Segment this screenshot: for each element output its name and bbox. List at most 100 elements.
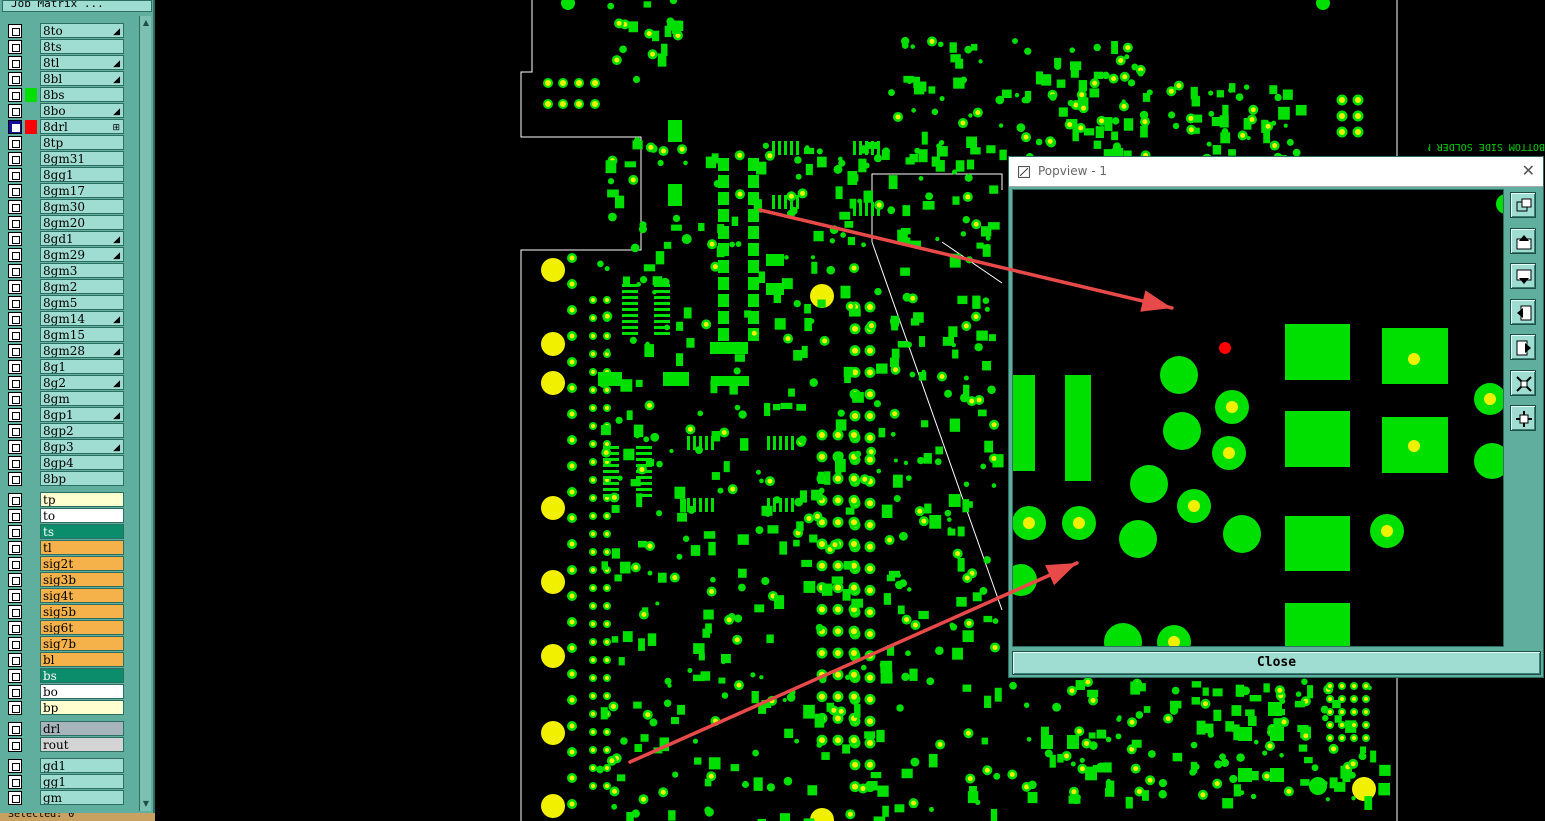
layer-row-8bp[interactable]: 8bp [6, 471, 125, 487]
popview-window[interactable]: Popview - 1 ✕ Close [1008, 156, 1544, 678]
layer-row-rout[interactable]: rout [6, 737, 125, 753]
layer-row-ts[interactable]: ts [6, 524, 125, 540]
layer-color-swatch[interactable] [25, 509, 37, 523]
layer-row-8gp3[interactable]: 8gp3 ◢ [6, 439, 125, 455]
layer-color-swatch[interactable] [25, 200, 37, 214]
layer-name[interactable]: 8gm28 ◢ [40, 343, 124, 358]
layer-name[interactable]: sig4t [40, 588, 124, 603]
layer-checkbox[interactable] [8, 328, 22, 342]
layer-checkbox[interactable] [8, 376, 22, 390]
layer-row-8gm3[interactable]: 8gm3 [6, 263, 125, 279]
layer-checkbox[interactable] [8, 312, 22, 326]
layer-checkbox[interactable] [8, 669, 22, 683]
layer-row-sig2t[interactable]: sig2t [6, 556, 125, 572]
layer-color-swatch[interactable] [25, 701, 37, 715]
layer-name[interactable]: bo [40, 684, 124, 699]
layer-row-8gm29[interactable]: 8gm29 ◢ [6, 247, 125, 263]
layer-row-8gm20[interactable]: 8gm20 [6, 215, 125, 231]
layer-checkbox[interactable] [8, 408, 22, 422]
zoom-out-button[interactable] [1510, 369, 1536, 396]
layer-name[interactable]: 8gm3 [40, 263, 124, 278]
layer-color-swatch[interactable] [25, 637, 37, 651]
layer-checkbox[interactable] [8, 525, 22, 539]
layer-color-swatch[interactable] [25, 525, 37, 539]
layer-row-sig6t[interactable]: sig6t [6, 620, 125, 636]
layer-row-8gp4[interactable]: 8gp4 [6, 455, 125, 471]
layer-checkbox[interactable] [8, 557, 22, 571]
layer-name[interactable]: 8gm15 [40, 327, 124, 342]
layer-row-8gp1[interactable]: 8gp1 ◢ [6, 407, 125, 423]
layer-color-swatch[interactable] [25, 557, 37, 571]
layer-checkbox[interactable] [8, 40, 22, 54]
layer-color-swatch[interactable] [25, 56, 37, 70]
layer-checkbox[interactable] [8, 56, 22, 70]
layer-name[interactable]: 8gm5 [40, 295, 124, 310]
layer-name[interactable]: 8gm2 [40, 279, 124, 294]
layer-color-swatch[interactable] [25, 722, 37, 736]
layer-color-swatch[interactable] [25, 573, 37, 587]
layer-name[interactable]: 8drl ⊞ [40, 119, 124, 134]
layer-checkbox[interactable] [8, 573, 22, 587]
layer-name[interactable]: 8gm14 ◢ [40, 311, 124, 326]
layer-name[interactable]: 8g2 ◢ [40, 375, 124, 390]
layer-color-swatch[interactable] [25, 424, 37, 438]
layer-name[interactable]: to [40, 508, 124, 523]
scroll-up-icon[interactable]: ▲ [141, 18, 151, 28]
layer-checkbox[interactable] [8, 424, 22, 438]
layer-checkbox[interactable] [8, 637, 22, 651]
layer-checkbox[interactable] [8, 264, 22, 278]
layer-row-bp[interactable]: bp [6, 700, 125, 716]
layer-name[interactable]: 8ts [40, 39, 124, 54]
layer-checkbox[interactable] [8, 621, 22, 635]
layer-color-swatch[interactable] [25, 759, 37, 773]
layer-name[interactable]: 8gg1 [40, 167, 124, 182]
layer-row-8gm14[interactable]: 8gm14 ◢ [6, 311, 125, 327]
layer-name[interactable]: sig3b [40, 572, 124, 587]
layer-checkbox[interactable] [8, 296, 22, 310]
layer-row-gd1[interactable]: gd1 [6, 758, 125, 774]
layer-row-8drl[interactable]: 8drl ⊞ [6, 119, 125, 135]
layer-name[interactable]: 8gp3 ◢ [40, 439, 124, 454]
layer-checkbox[interactable] [8, 248, 22, 262]
popview-zoom-view[interactable] [1012, 189, 1504, 647]
layer-color-swatch[interactable] [25, 88, 37, 102]
layer-color-swatch[interactable] [25, 264, 37, 278]
layer-name[interactable]: 8gd1 ◢ [40, 231, 124, 246]
layer-name[interactable]: gm [40, 790, 124, 805]
layer-name[interactable]: 8bp [40, 471, 124, 486]
layer-row-8gg1[interactable]: 8gg1 [6, 167, 125, 183]
layer-checkbox[interactable] [8, 440, 22, 454]
layer-name[interactable]: 8gm29 ◢ [40, 247, 124, 262]
layer-checkbox[interactable] [8, 653, 22, 667]
layer-color-swatch[interactable] [25, 440, 37, 454]
layer-row-sig5b[interactable]: sig5b [6, 604, 125, 620]
layer-name[interactable]: 8gp4 [40, 455, 124, 470]
layer-row-bo[interactable]: bo [6, 684, 125, 700]
layer-name[interactable]: sig2t [40, 556, 124, 571]
layer-name[interactable]: sig6t [40, 620, 124, 635]
layer-row-8tp[interactable]: 8tp [6, 135, 125, 151]
layer-row-8gm[interactable]: 8gm [6, 391, 125, 407]
layer-row-8tl[interactable]: 8tl ◢ [6, 55, 125, 71]
layer-checkbox[interactable] [8, 775, 22, 789]
layer-name[interactable]: sig5b [40, 604, 124, 619]
layer-checkbox[interactable] [8, 344, 22, 358]
layer-color-swatch[interactable] [25, 376, 37, 390]
layer-checkbox[interactable] [8, 685, 22, 699]
layer-color-swatch[interactable] [25, 541, 37, 555]
layer-name[interactable]: gg1 [40, 774, 124, 789]
popview-titlebar[interactable]: Popview - 1 ✕ [1009, 157, 1543, 187]
layer-name[interactable]: 8bs [40, 87, 124, 102]
layer-checkbox[interactable] [8, 472, 22, 486]
layer-row-8to[interactable]: 8to ◢ [6, 23, 125, 39]
layer-name[interactable]: rout [40, 737, 124, 752]
pan-right-button[interactable] [1510, 334, 1536, 360]
layer-color-swatch[interactable] [25, 791, 37, 805]
layer-checkbox[interactable] [8, 589, 22, 603]
layer-color-swatch[interactable] [25, 472, 37, 486]
layer-color-swatch[interactable] [25, 24, 37, 38]
layer-color-swatch[interactable] [25, 184, 37, 198]
layer-checkbox[interactable] [8, 722, 22, 736]
layer-checkbox[interactable] [8, 152, 22, 166]
pan-up-button[interactable] [1510, 227, 1536, 254]
